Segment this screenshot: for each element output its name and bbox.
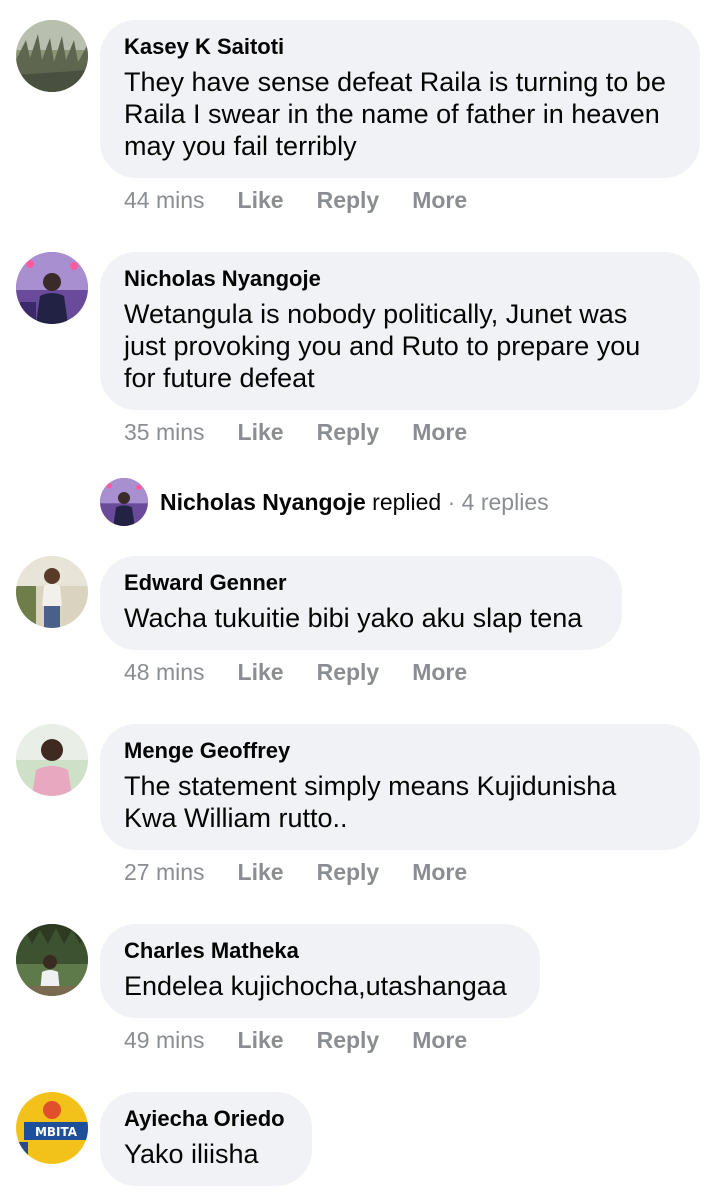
comment-author[interactable]: Kasey K Saitoti xyxy=(124,34,676,60)
comment-author[interactable]: Menge Geoffrey xyxy=(124,738,676,764)
reply-button[interactable]: Reply xyxy=(317,186,380,214)
comment-actions: 49 mins Like Reply More xyxy=(124,1026,500,1054)
comment-time[interactable]: 48 mins xyxy=(124,658,205,686)
view-replies-link[interactable]: Nicholas Nyangoje replied · 4 replies xyxy=(100,478,549,526)
comment-bubble: Nicholas Nyangoje Wetangula is nobody po… xyxy=(100,252,700,410)
comment-author[interactable]: Edward Genner xyxy=(124,570,598,596)
comment-author[interactable]: Nicholas Nyangoje xyxy=(124,266,676,292)
more-button[interactable]: More xyxy=(412,418,467,446)
avatar[interactable] xyxy=(16,252,88,324)
replies-author: Nicholas Nyangoje xyxy=(160,488,366,515)
mbita-sign-text: MBITA xyxy=(35,1125,78,1139)
avatar[interactable] xyxy=(16,556,88,628)
more-button[interactable]: More xyxy=(412,1026,467,1054)
comment-text: Yako iliisha xyxy=(124,1139,259,1169)
avatar-person-pink-shirt-icon xyxy=(16,724,88,796)
comment-time[interactable]: 49 mins xyxy=(124,1026,205,1054)
more-button[interactable]: More xyxy=(412,858,467,886)
reply-button[interactable]: Reply xyxy=(317,418,380,446)
more-button[interactable]: More xyxy=(412,658,467,686)
like-button[interactable]: Like xyxy=(238,658,284,686)
replies-separator: · xyxy=(441,488,462,515)
like-button[interactable]: Like xyxy=(238,858,284,886)
comment-author[interactable]: Charles Matheka xyxy=(124,938,516,964)
avatar-person-purple-icon xyxy=(16,252,88,324)
comment-actions: 27 mins Like Reply More xyxy=(124,858,500,886)
avatar[interactable]: MBITA xyxy=(16,1092,88,1164)
more-button[interactable]: More xyxy=(412,186,467,214)
avatar[interactable] xyxy=(16,724,88,796)
avatar[interactable] xyxy=(16,20,88,92)
comment-text: The statement simply means Kujidunisha K… xyxy=(124,771,617,833)
avatar-person-outdoor-icon xyxy=(16,556,88,628)
comment-time[interactable]: 44 mins xyxy=(124,186,205,214)
replies-count: 4 replies xyxy=(461,488,549,515)
comment-text: Wetangula is nobody politically, Junet w… xyxy=(124,299,641,393)
replies-summary[interactable]: Nicholas Nyangoje replied · 4 replies xyxy=(160,489,549,516)
like-button[interactable]: Like xyxy=(238,1026,284,1054)
replies-verb: replied xyxy=(372,488,442,515)
like-button[interactable]: Like xyxy=(238,186,284,214)
comment-bubble: Charles Matheka Endelea kujichocha,utash… xyxy=(100,924,540,1018)
comment-actions: 44 mins Like Reply More xyxy=(124,186,500,214)
comment-text: Wacha tukuitie bibi yako aku slap tena xyxy=(124,603,583,633)
comment-bubble: Menge Geoffrey The statement simply mean… xyxy=(100,724,700,850)
comment-bubble: Edward Genner Wacha tukuitie bibi yako a… xyxy=(100,556,622,650)
comment-bubble: Kasey K Saitoti They have sense defeat R… xyxy=(100,20,700,178)
reply-button[interactable]: Reply xyxy=(317,858,380,886)
comment-text: They have sense defeat Raila is turning … xyxy=(124,67,666,161)
comment-bubble: Ayiecha Oriedo Yako iliisha xyxy=(100,1092,312,1186)
comment-author[interactable]: Ayiecha Oriedo xyxy=(124,1106,288,1132)
comment-time[interactable]: 27 mins xyxy=(124,858,205,886)
comment-actions: 35 mins Like Reply More xyxy=(124,418,500,446)
avatar-mbita-sign-icon: MBITA xyxy=(16,1092,88,1164)
comment-actions: 48 mins Like Reply More xyxy=(124,658,500,686)
avatar-person-purple-icon xyxy=(100,478,148,526)
avatar[interactable] xyxy=(16,924,88,996)
avatar xyxy=(100,478,148,526)
comment-text: Endelea kujichocha,utashangaa xyxy=(124,971,507,1001)
reply-button[interactable]: Reply xyxy=(317,1026,380,1054)
avatar-person-trees-icon xyxy=(16,924,88,996)
like-button[interactable]: Like xyxy=(238,418,284,446)
avatar-landscape-icon xyxy=(16,20,88,92)
comment-time[interactable]: 35 mins xyxy=(124,418,205,446)
reply-button[interactable]: Reply xyxy=(317,658,380,686)
